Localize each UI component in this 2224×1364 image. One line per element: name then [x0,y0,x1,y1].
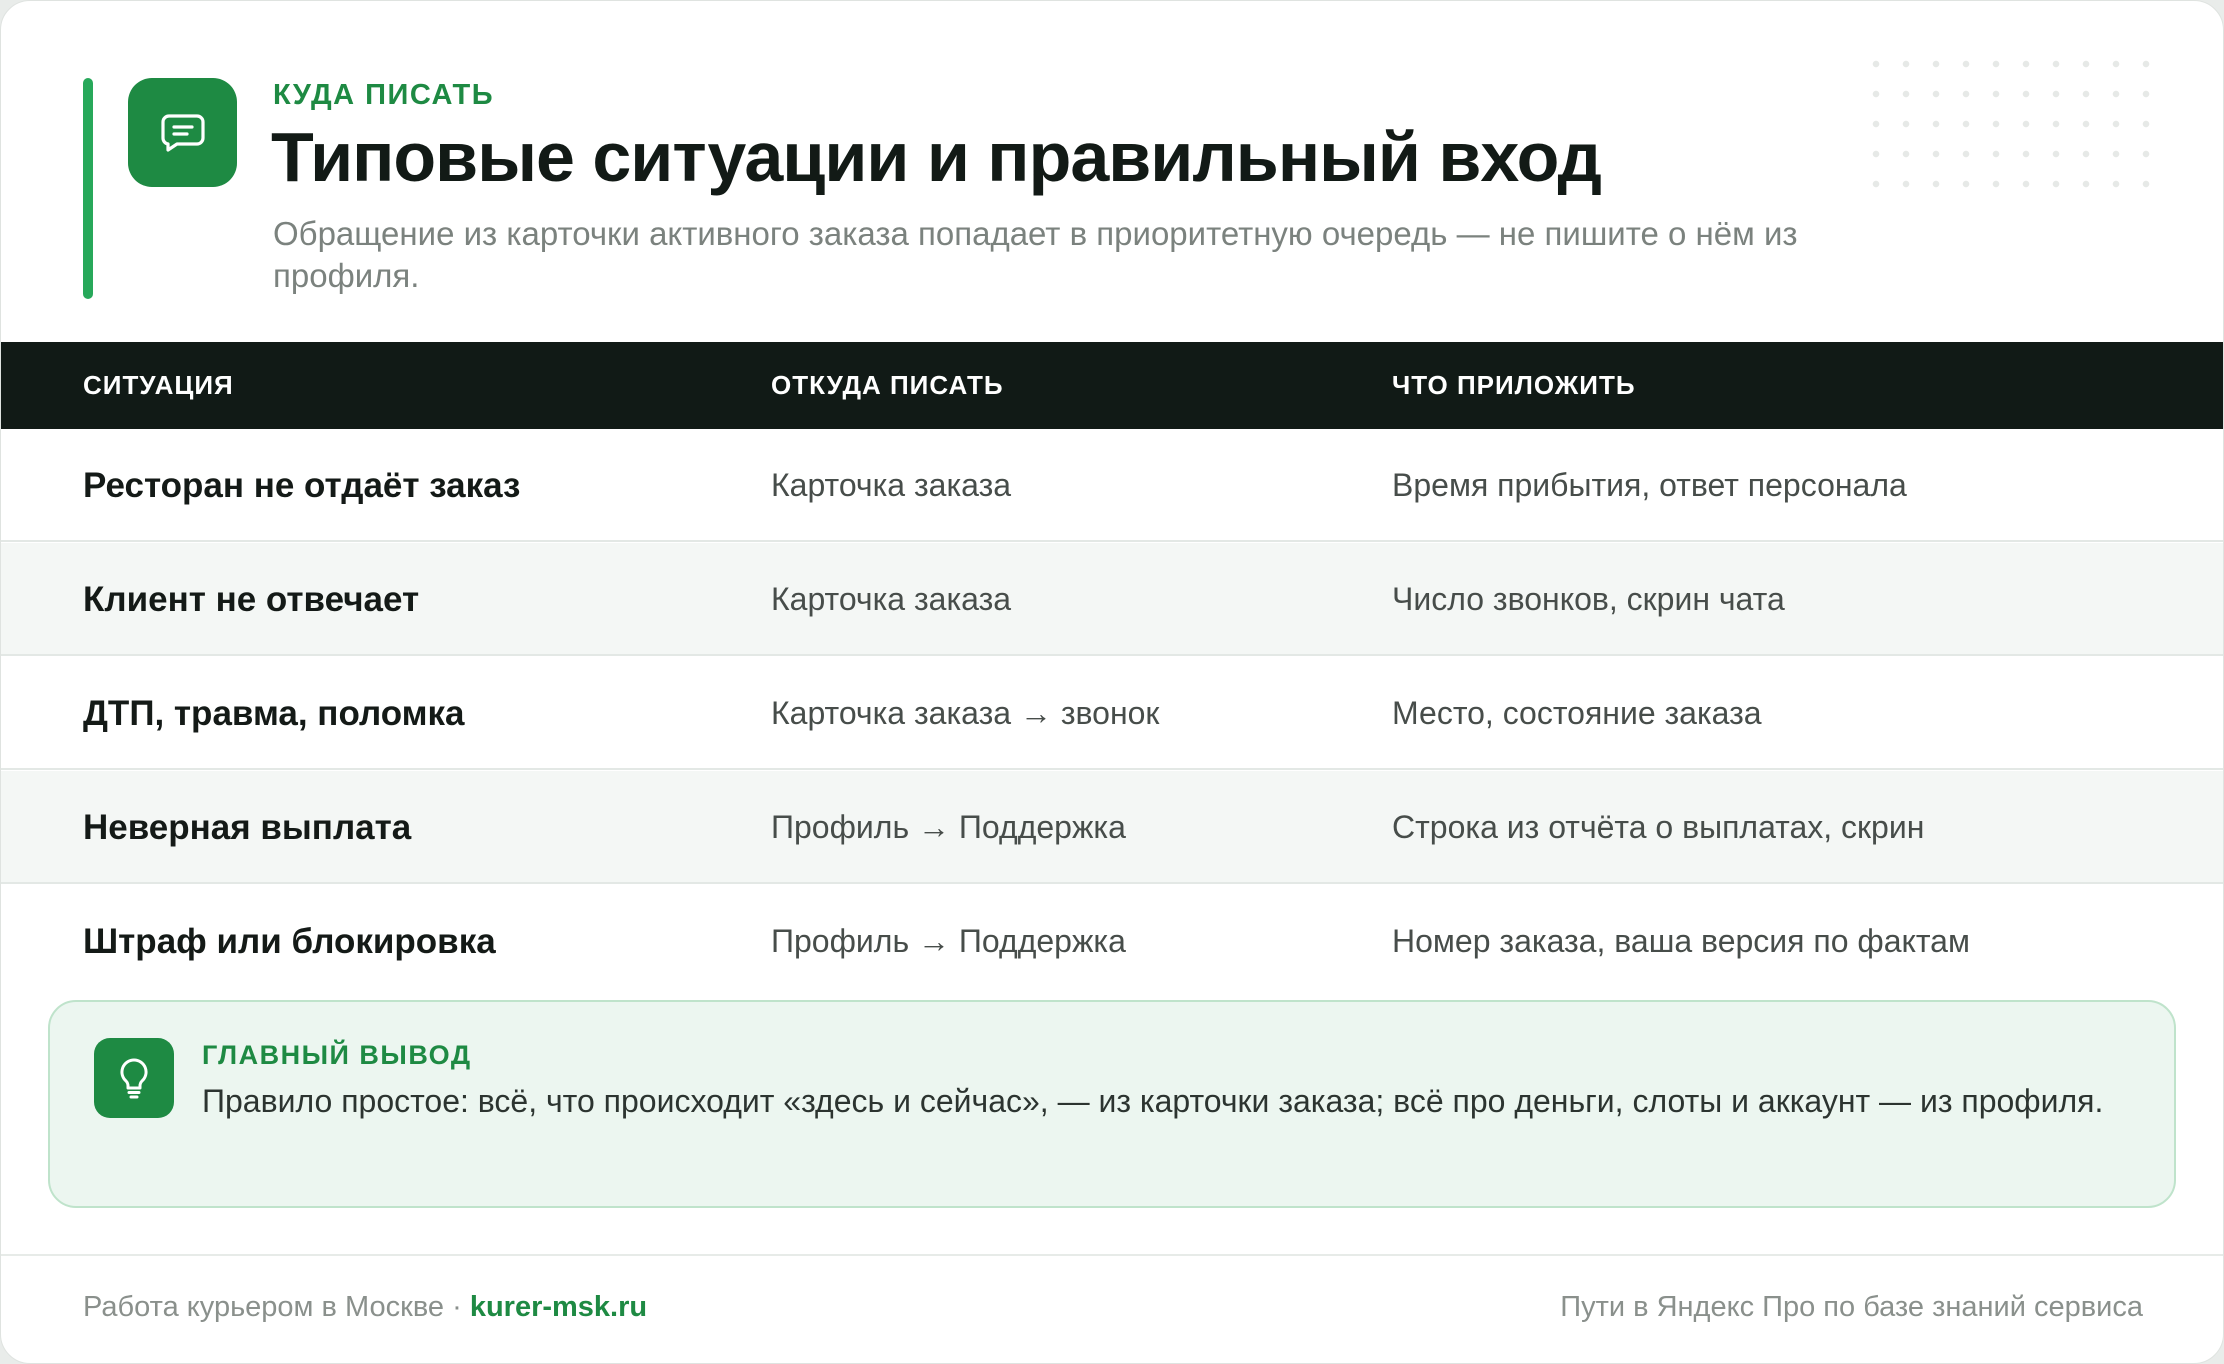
lightbulb-icon [94,1038,174,1118]
source-cell: Карточка заказа [771,467,1012,503]
table-row: Штраф или блокировка Профиль → Поддержка… [1,885,2223,998]
page-subtitle: Обращение из карточки активного заказа п… [273,215,1798,294]
footer-divider [1,1254,2223,1256]
table-header: СИТУАЦИЯ ОТКУДА ПИСАТЬ ЧТО ПРИЛОЖИТЬ [1,342,2223,429]
situation-cell: Неверная выплата [83,808,412,847]
situation-cell: Ресторан не отдаёт заказ [83,466,521,505]
attachment-cell: Номер заказа, ваша версия по фактам [1392,923,1970,959]
conclusion-label: ГЛАВНЫЙ ВЫВОД [202,1040,472,1070]
table-row: ДТП, травма, поломка Карточка заказа → з… [1,657,2223,770]
source-cell: Профиль → Поддержка [771,809,1126,845]
conclusion-box: ГЛАВНЫЙ ВЫВОД Правило простое: всё, что … [48,1000,2176,1208]
situation-cell: Штраф или блокировка [83,922,496,961]
column-header-from: ОТКУДА ПИСАТЬ [771,370,1004,400]
eyebrow-label: КУДА ПИСАТЬ [273,79,495,111]
accent-bar [83,78,93,299]
footer-source-text: Работа курьером в Москве · [83,1291,462,1323]
column-header-situation: СИТУАЦИЯ [83,370,234,400]
attachment-cell: Число звонков, скрин чата [1392,581,1785,617]
decorative-dot-grid [1861,49,2171,189]
situation-cell: ДТП, травма, поломка [83,694,465,733]
column-header-attach: ЧТО ПРИЛОЖИТЬ [1392,370,1636,400]
attachment-cell: Время прибытия, ответ персонала [1392,467,1907,503]
source-cell: Карточка заказа → звонок [771,695,1160,731]
chat-message-icon [128,78,237,187]
info-card: КУДА ПИСАТЬ Типовые ситуации и правильны… [0,0,2224,1364]
attachment-cell: Строка из отчёта о выплатах, скрин [1392,809,1925,845]
footer-source: Работа курьером в Москве · kurer-msk.ru [83,1291,647,1324]
table-row: Ресторан не отдаёт заказ Карточка заказа… [1,429,2223,542]
page-title: Типовые ситуации и правильный вход [271,118,1602,196]
table-row: Клиент не отвечает Карточка заказа Число… [1,543,2223,656]
conclusion-text: Правило простое: всё, что происходит «зд… [202,1083,2104,1119]
table-row: Неверная выплата Профиль → Поддержка Стр… [1,771,2223,884]
source-cell: Карточка заказа [771,581,1012,617]
attachment-cell: Место, состояние заказа [1392,695,1762,731]
site-link[interactable]: kurer-msk.ru [470,1291,647,1323]
situation-cell: Клиент не отвечает [83,580,420,619]
source-cell: Профиль → Поддержка [771,923,1126,959]
footer-note: Пути в Яндекс Про по базе знаний сервиса [1560,1291,2143,1323]
